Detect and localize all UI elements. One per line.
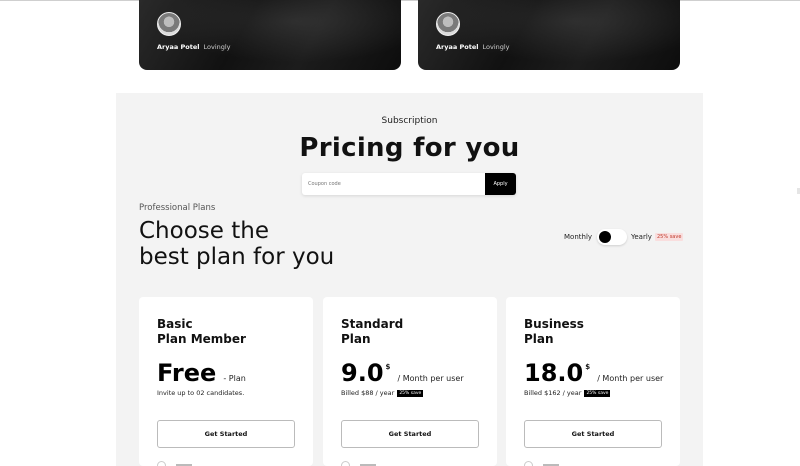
pricing-section: Subscription Pricing for you Apply Profe…	[116, 93, 703, 466]
plan-card-business: Business Plan 18.0 $ / Month per user Bil…	[506, 297, 680, 466]
monthly-label[interactable]: Monthly	[564, 233, 592, 241]
billed-text: Billed $162 / year	[524, 389, 582, 397]
testimonial-author: Aryaa Potel Lovingly	[436, 43, 510, 51]
coupon-form: Apply	[302, 173, 516, 195]
plan-name: Basic Plan Member	[157, 317, 246, 347]
plan-name-line: Plan	[524, 332, 554, 346]
price-line: 9.0 $ / Month per user	[341, 359, 464, 387]
author-tag: Lovingly	[482, 43, 510, 51]
get-started-button[interactable]: Get Started	[157, 420, 295, 448]
plan-name-line: Standard	[341, 317, 404, 331]
plan-name-line: Plan	[341, 332, 371, 346]
feature-check-icon	[157, 461, 166, 466]
plan-period: / Month per user	[597, 374, 664, 383]
apply-button[interactable]: Apply	[485, 173, 516, 195]
section-label: Professional Plans	[139, 203, 216, 213]
currency-symbol: $	[385, 363, 391, 371]
plan-name-line: Business	[524, 317, 584, 331]
plan-card-basic: Basic Plan Member Free - Plan Invite up …	[139, 297, 313, 466]
save-badge: 25% save	[397, 389, 424, 397]
get-started-button[interactable]: Get Started	[341, 420, 479, 448]
plan-name-line: Basic	[157, 317, 193, 331]
testimonial-card[interactable]: Aryaa Potel Lovingly	[418, 0, 680, 70]
get-started-button[interactable]: Get Started	[524, 420, 662, 448]
author-name: Aryaa Potel	[436, 43, 479, 51]
feature-check-icon	[524, 461, 533, 466]
plan-price: 18.0	[524, 359, 584, 387]
testimonial-card[interactable]: Aryaa Potel Lovingly	[139, 0, 401, 70]
plan-period: / Month per user	[397, 374, 464, 383]
feature-check-icon	[341, 461, 350, 466]
avatar	[157, 12, 181, 36]
billed-text: Billed $88 / year	[341, 389, 395, 397]
headline-line: best plan for you	[139, 244, 335, 270]
plan-price: Free	[157, 359, 217, 387]
toggle-knob	[599, 231, 611, 243]
plan-subtext: Invite up to 02 candidates.	[157, 389, 245, 397]
plan-name: Standard Plan	[341, 317, 403, 347]
currency-symbol: $	[585, 363, 591, 371]
save-badge: 25% save	[655, 233, 684, 241]
headline: Choose the best plan for you	[139, 218, 334, 270]
coupon-input[interactable]	[308, 173, 478, 195]
plan-card-standard: Standard Plan 9.0 $ / Month per user Bill…	[323, 297, 497, 466]
plan-name-line: Plan Member	[157, 332, 246, 346]
page: Aryaa Potel Lovingly Aryaa Potel Lovingly …	[0, 0, 800, 466]
billing-toggle[interactable]	[597, 229, 627, 245]
plan-price: 9.0	[341, 359, 384, 387]
headline-line: Choose the	[139, 218, 269, 244]
price-line: 18.0 $ / Month per user	[524, 359, 663, 387]
plan-name: Business Plan	[524, 317, 584, 347]
plan-subtext: Billed $162 / year 25% save	[524, 389, 611, 397]
author-name: Aryaa Potel	[157, 43, 200, 51]
price-line: Free - Plan	[157, 359, 246, 387]
testimonial-image	[418, 0, 680, 70]
testimonial-image	[139, 0, 401, 70]
testimonial-author: Aryaa Potel Lovingly	[157, 43, 231, 51]
yearly-label[interactable]: Yearly	[631, 233, 652, 241]
avatar	[436, 12, 460, 36]
plan-period: - Plan	[223, 374, 246, 383]
author-tag: Lovingly	[203, 43, 231, 51]
save-badge: 25% save	[584, 389, 611, 397]
section-eyebrow: Subscription	[381, 116, 438, 126]
plan-subtext: Billed $88 / year 25% save	[341, 389, 424, 397]
page-title: Pricing for you	[299, 133, 520, 163]
